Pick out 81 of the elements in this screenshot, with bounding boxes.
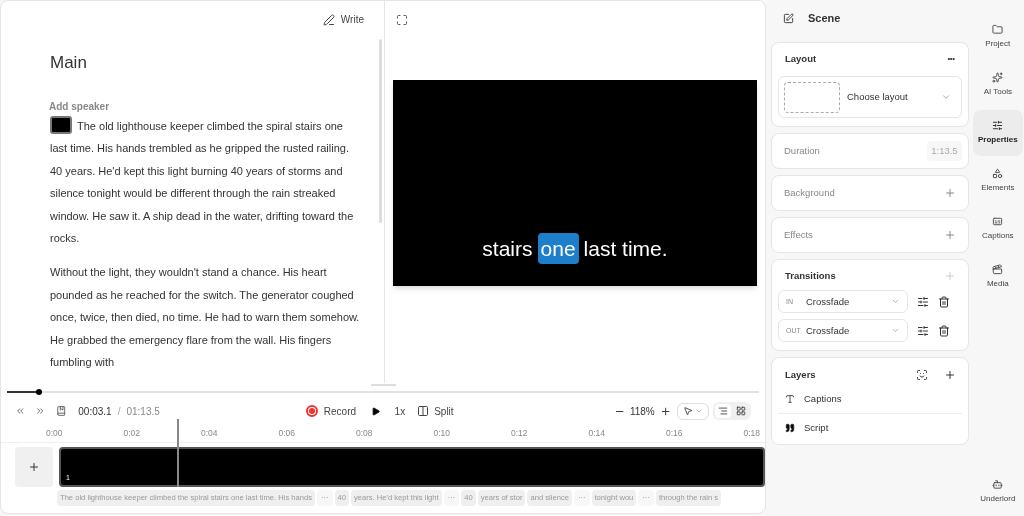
zoom-level: 118% [629,404,655,419]
pen-icon [322,13,335,26]
list-view-button[interactable] [715,404,731,418]
property-card[interactable]: Effects [771,217,969,254]
caption-word: one [537,232,579,264]
pointer-icon [683,406,693,416]
time-tick: 0:06 [278,427,297,440]
grid-icon [736,406,746,416]
quote-icon [785,423,795,434]
sparkle-icon [992,72,1004,83]
skip-forward-icon[interactable] [35,405,46,417]
property-label: Effects [784,228,813,243]
caption-word: stairs [482,235,533,262]
script-paragraph: The old lighthouse keeper climbed the spiral stairs one last time. His hands trembled as he gripped the rusted railing. 40 years. He'd kept this light burning 40 years of storms and silence tonight would be different through the rain streaked window. He saw it. A ship dead in the water, drifting toward the rocks. [50,114,362,251]
sliders-icon [992,120,1004,131]
add-track-button[interactable] [15,447,53,487]
time-tick: 0:10 [433,427,452,440]
screenshot-icon[interactable] [915,369,928,382]
property-label: Background [784,186,835,201]
add-speaker-label: Add speaker [49,99,110,114]
time-tick: 0:18 [743,427,761,440]
delete-icon[interactable] [938,324,950,337]
caption-word: last time. [583,235,668,262]
scrollbar[interactable] [379,39,382,223]
time-tick: 0:04 [201,427,219,440]
add-icon[interactable] [943,369,956,382]
layer-item[interactable]: Script [778,413,962,443]
speaker-swatch[interactable] [50,116,72,135]
layers-title: Layers [785,368,816,383]
time-separator: / [117,404,121,419]
time-tick: 0:16 [666,427,684,440]
layout-thumbnail [784,81,840,113]
time-tick: 0:12 [511,427,529,440]
layer-item[interactable]: Captions [778,384,962,414]
nav-tab[interactable]: Underlord [972,472,1023,512]
captions-icon [992,216,1004,227]
settings-icon[interactable] [917,295,929,308]
folder-icon [992,24,1004,35]
transitions-title: Transitions [785,269,836,284]
split-button[interactable]: Split [417,403,454,419]
resize-handle[interactable] [370,384,396,386]
script-paragraph: Without the light, they wouldn't stand a chance. His heart pounded as he reached for the switch. The generator coughed once, twice, then died, no time. He had to warn them somehow. He grabbed the emergency flare from the wall. His fingers fumbling with [50,265,361,371]
record-button[interactable]: Record [305,403,357,419]
settings-icon[interactable] [917,324,929,337]
time-tick: 0:00 [46,427,64,440]
scene-title: Scene [808,10,841,26]
delete-icon[interactable] [938,295,950,308]
time-tick: 0:08 [356,427,374,440]
text-icon [785,393,795,404]
nav-tab[interactable]: Project [972,14,1023,60]
write-button[interactable]: Write [318,12,368,27]
time-tick: 0:02 [123,427,142,440]
more-button[interactable]: ••• [947,53,955,66]
nav-tab[interactable]: Elements [972,158,1023,204]
property-card[interactable]: Background [771,175,969,212]
nav-tab[interactable]: Properties [972,110,1023,156]
fullscreen-icon[interactable] [396,14,408,26]
duration-value: 1:13.5 [927,141,962,162]
chapters-icon[interactable] [55,405,67,417]
plus-icon [28,461,40,473]
play-icon[interactable] [371,405,381,417]
nav-tab[interactable]: Media [972,254,1023,300]
record-icon [305,405,318,417]
total-time: 01:13.5 [126,404,160,419]
page-title: Main [50,52,87,74]
duration-label: Duration [784,144,820,159]
skip-back-icon[interactable] [15,405,26,417]
current-time: 00:03.1 [78,404,112,419]
layout-dropdown[interactable]: Choose layout [778,76,962,119]
caret-icon [695,407,703,415]
layout-title: Layout [785,52,817,66]
robot-icon [992,479,1004,490]
list-icon [718,406,728,416]
shapes-icon [992,168,1004,179]
split-icon [417,405,430,417]
pointer-tool-button[interactable] [677,402,709,420]
speed-button[interactable]: 1x [394,403,406,419]
media-icon [992,264,1004,275]
time-tick: 0:14 [588,427,607,440]
nav-tab[interactable]: Captions [972,206,1023,252]
nav-tab[interactable]: AI Tools [972,62,1023,108]
